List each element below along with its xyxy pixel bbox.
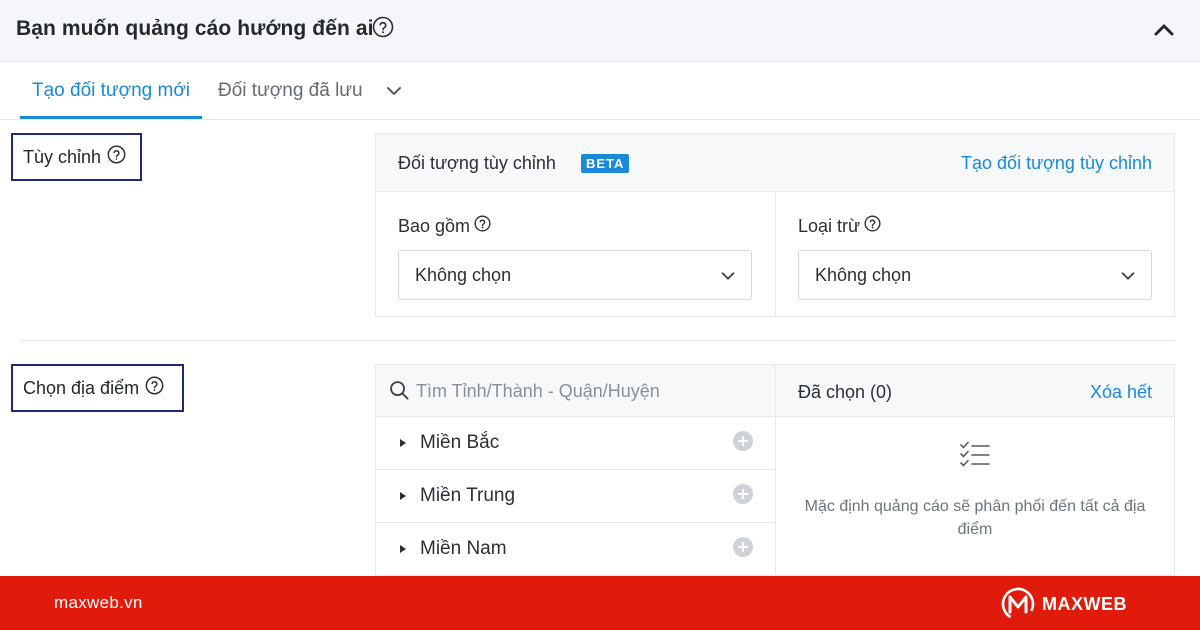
beta-badge: BETA	[581, 154, 630, 173]
brand-name: MAXWEB	[1042, 594, 1127, 614]
question-circle-icon[interactable]	[474, 215, 491, 237]
audience-tabs: Tạo đối tượng mới Đối tượng đã lưu	[0, 62, 1200, 120]
section-divider	[20, 340, 1175, 341]
list-item-region-south[interactable]: Miền Nam	[376, 523, 775, 575]
caret-right-icon[interactable]	[400, 545, 406, 553]
brand-logo: MAXWEB	[1000, 586, 1140, 622]
chevron-down-icon	[719, 267, 737, 290]
exclude-label-text: Loại trừ	[798, 215, 861, 236]
question-circle-icon[interactable]	[864, 215, 881, 237]
custom-audience-header: Đối tượng tùy chỉnh BETA Tạo đối tượng t…	[376, 134, 1174, 192]
location-search-input[interactable]	[416, 375, 766, 407]
region-name: Miền Nam	[420, 538, 507, 559]
exclude-select[interactable]: Không chọn	[798, 250, 1152, 300]
clear-all-link[interactable]: Xóa hết	[1090, 382, 1152, 403]
tab-saved-audience[interactable]: Đối tượng đã lưu	[218, 80, 363, 102]
add-circle-icon[interactable]	[733, 484, 753, 504]
empty-selection-message: Mặc định quảng cáo sẽ phân phối đến tất …	[804, 498, 1146, 538]
custom-audience-title: Đối tượng tùy chỉnh	[398, 153, 556, 173]
chevron-up-icon[interactable]	[1150, 16, 1178, 44]
question-circle-icon[interactable]	[107, 145, 126, 169]
chevron-down-icon[interactable]	[384, 81, 404, 101]
include-label-text: Bao gồm	[398, 215, 471, 236]
question-circle-icon[interactable]	[145, 376, 164, 400]
list-item-region-central[interactable]: Miền Trung	[376, 470, 775, 523]
exclude-select-value: Không chọn	[815, 265, 912, 285]
add-circle-icon[interactable]	[733, 537, 753, 557]
active-tab-indicator	[20, 116, 202, 119]
location-section-label: Chọn địa điểm	[11, 364, 184, 412]
region-name: Miền Trung	[420, 485, 516, 506]
column-divider	[775, 192, 776, 317]
footer-site-url: maxweb.vn	[54, 593, 143, 612]
section-title: Bạn muốn quảng cáo hướng đến ai	[16, 17, 374, 40]
footer-bar: maxweb.vn MAXWEB	[0, 576, 1200, 630]
custom-label-text: Tùy chỉnh	[23, 146, 102, 167]
maxweb-logo-icon	[1000, 586, 1036, 627]
selected-count-title: Đã chọn (0)	[798, 382, 893, 402]
caret-right-icon[interactable]	[400, 492, 406, 500]
list-item-region-north[interactable]: Miền Bắc	[376, 417, 775, 470]
custom-audience-panel: Đối tượng tùy chỉnh BETA Tạo đối tượng t…	[375, 133, 1175, 317]
include-label: Bao gồm	[398, 215, 491, 237]
region-name: Miền Bắc	[420, 432, 500, 453]
location-label-text: Chọn địa điểm	[23, 377, 140, 398]
add-circle-icon[interactable]	[733, 431, 753, 451]
custom-section-label: Tùy chỉnh	[11, 133, 142, 181]
create-custom-audience-link[interactable]: Tạo đối tượng tùy chỉnh	[961, 153, 1152, 174]
exclude-label: Loại trừ	[798, 215, 881, 237]
location-panel: Đã chọn (0) Xóa hết Miền Bắc Miền Trung …	[375, 364, 1175, 576]
include-select[interactable]: Không chọn	[398, 250, 752, 300]
chevron-down-icon	[1119, 267, 1137, 290]
question-circle-icon[interactable]	[372, 16, 394, 43]
checklist-icon	[959, 439, 991, 476]
search-icon	[389, 380, 410, 406]
section-header: Bạn muốn quảng cáo hướng đến ai	[0, 0, 1200, 62]
caret-right-icon[interactable]	[400, 439, 406, 447]
tab-new-audience[interactable]: Tạo đối tượng mới	[32, 80, 190, 102]
column-divider	[775, 365, 776, 575]
include-select-value: Không chọn	[415, 265, 512, 285]
